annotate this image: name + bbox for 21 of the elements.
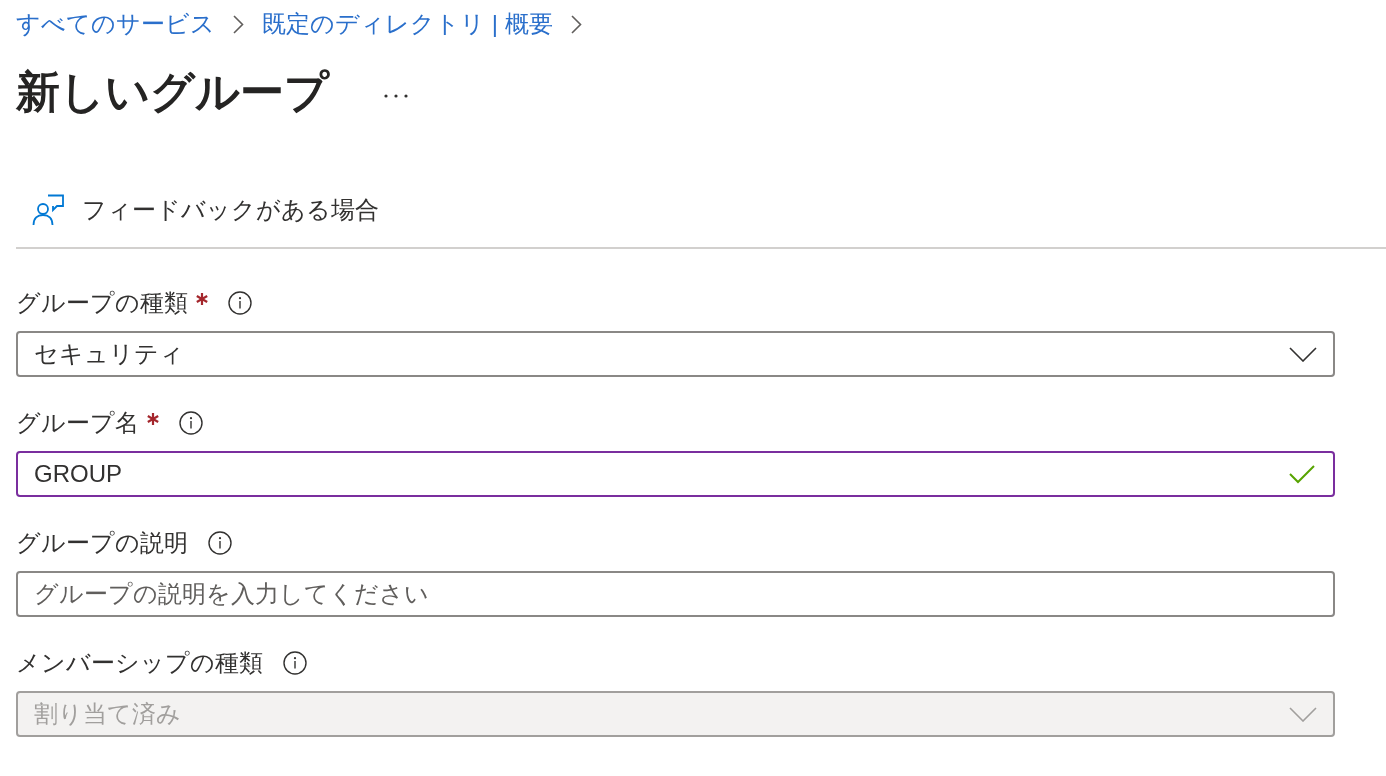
more-icon bbox=[384, 94, 408, 98]
dropdown[interactable]: セキュリティ bbox=[16, 331, 1335, 377]
breadcrumb-link[interactable]: すべてのサービス bbox=[16, 8, 215, 40]
info-icon[interactable] bbox=[179, 411, 203, 435]
more-button[interactable] bbox=[384, 94, 408, 98]
chevron-right-icon bbox=[570, 14, 582, 34]
text-field[interactable]: グループの説明を入力してください bbox=[16, 571, 1335, 617]
chevron-down-icon bbox=[1289, 706, 1317, 722]
field-label: グループ名 bbox=[16, 408, 139, 438]
field-label: メンバーシップの種類 bbox=[16, 648, 263, 678]
chevron-down-icon bbox=[1289, 346, 1317, 362]
text-field[interactable]: GROUP bbox=[16, 451, 1335, 497]
info-icon[interactable] bbox=[228, 291, 252, 315]
page-title: 新しいグループ bbox=[16, 66, 329, 118]
feedback-button[interactable]: フィードバックがある場合 bbox=[32, 192, 379, 228]
field-label: グループの種類 bbox=[16, 288, 188, 318]
field-label: グループの説明 bbox=[16, 528, 188, 558]
info-icon[interactable] bbox=[208, 531, 232, 555]
breadcrumb-link[interactable]: 既定のディレクトリ | 概要 bbox=[262, 8, 553, 40]
chevron-right-icon bbox=[233, 14, 244, 34]
person-chat-icon bbox=[32, 194, 64, 226]
